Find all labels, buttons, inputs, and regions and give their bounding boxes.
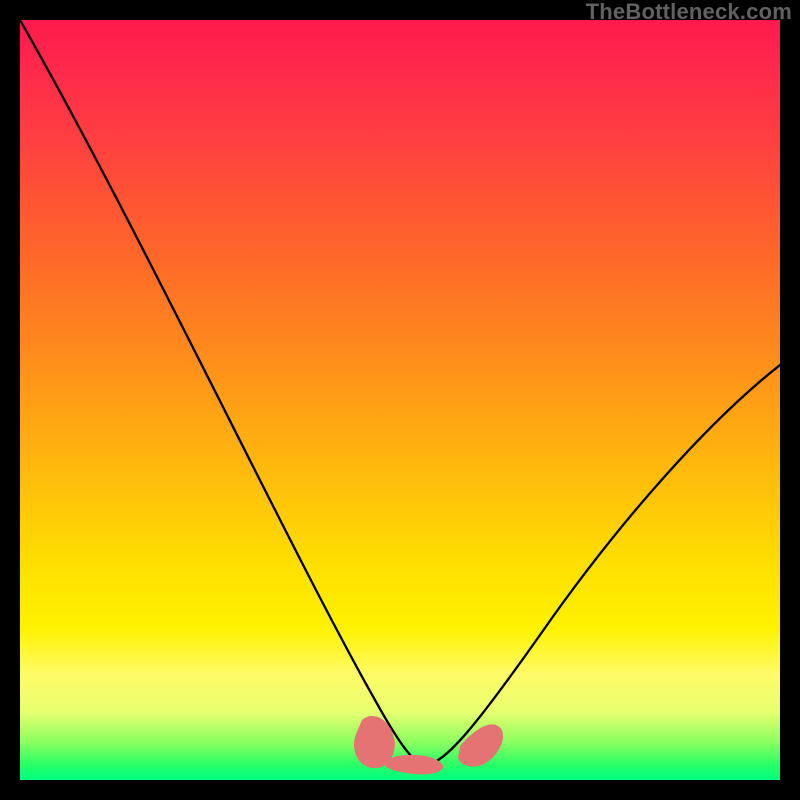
curve-main-path xyxy=(20,20,780,765)
plot-area xyxy=(20,20,780,780)
red-blob-right xyxy=(458,724,503,766)
bottleneck-curve xyxy=(20,20,780,780)
chart-frame: TheBottleneck.com xyxy=(0,0,800,800)
red-blob-mid xyxy=(383,755,443,774)
watermark-text: TheBottleneck.com xyxy=(586,0,792,24)
